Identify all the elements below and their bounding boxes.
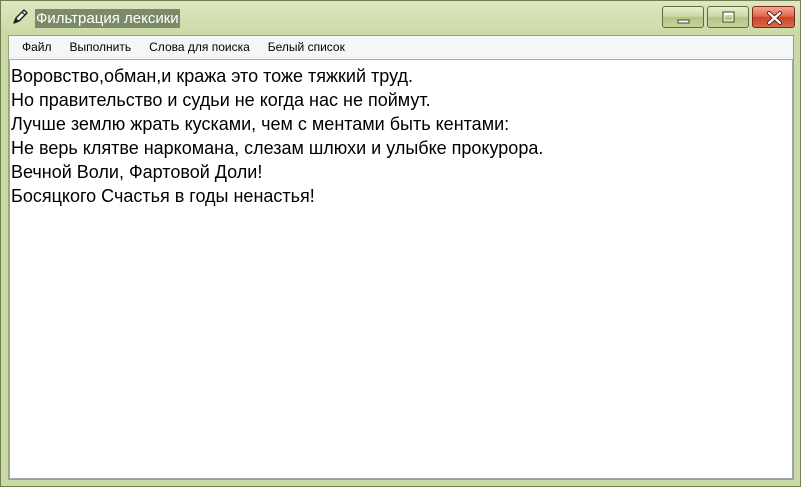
- text-line: Но правительство и судьи не когда нас не…: [11, 90, 431, 110]
- title-bar[interactable]: Фильтрация лексики: [1, 1, 800, 35]
- text-line: Не верь клятве наркомана, слезам шлюхи и…: [11, 138, 544, 158]
- close-icon: [767, 11, 782, 25]
- text-line: Вечной Воли, Фартовой Доли!: [11, 162, 263, 182]
- minimize-icon: [677, 19, 690, 24]
- text-line: Лучше землю жрать кусками, чем с ментами…: [11, 114, 510, 134]
- maximize-button[interactable]: [707, 6, 749, 28]
- menu-run[interactable]: Выполнить: [61, 37, 141, 57]
- caption-buttons: [659, 6, 795, 28]
- menu-bar: Файл Выполнить Слова для поиска Белый сп…: [9, 36, 793, 58]
- minimize-button[interactable]: [662, 6, 704, 28]
- menu-whitelist[interactable]: Белый список: [259, 37, 354, 57]
- text-line: Босяцкого Счастья в годы ненастья!: [11, 186, 315, 206]
- close-button[interactable]: [752, 6, 795, 28]
- text-editor[interactable]: Воровство,обман,и кража это тоже тяжкий …: [9, 59, 793, 479]
- text-line: Воровство,обман,и кража это тоже тяжкий …: [11, 66, 413, 86]
- pencil-icon: [10, 7, 30, 27]
- menu-file[interactable]: Файл: [13, 37, 61, 57]
- maximize-icon: [722, 11, 735, 23]
- app-window: Фильтрация лексики Файл Выполнить Слова …: [0, 0, 801, 487]
- menu-search-words[interactable]: Слова для поиска: [140, 37, 259, 57]
- client-area: Файл Выполнить Слова для поиска Белый сп…: [8, 35, 794, 480]
- window-title: Фильтрация лексики: [35, 9, 180, 28]
